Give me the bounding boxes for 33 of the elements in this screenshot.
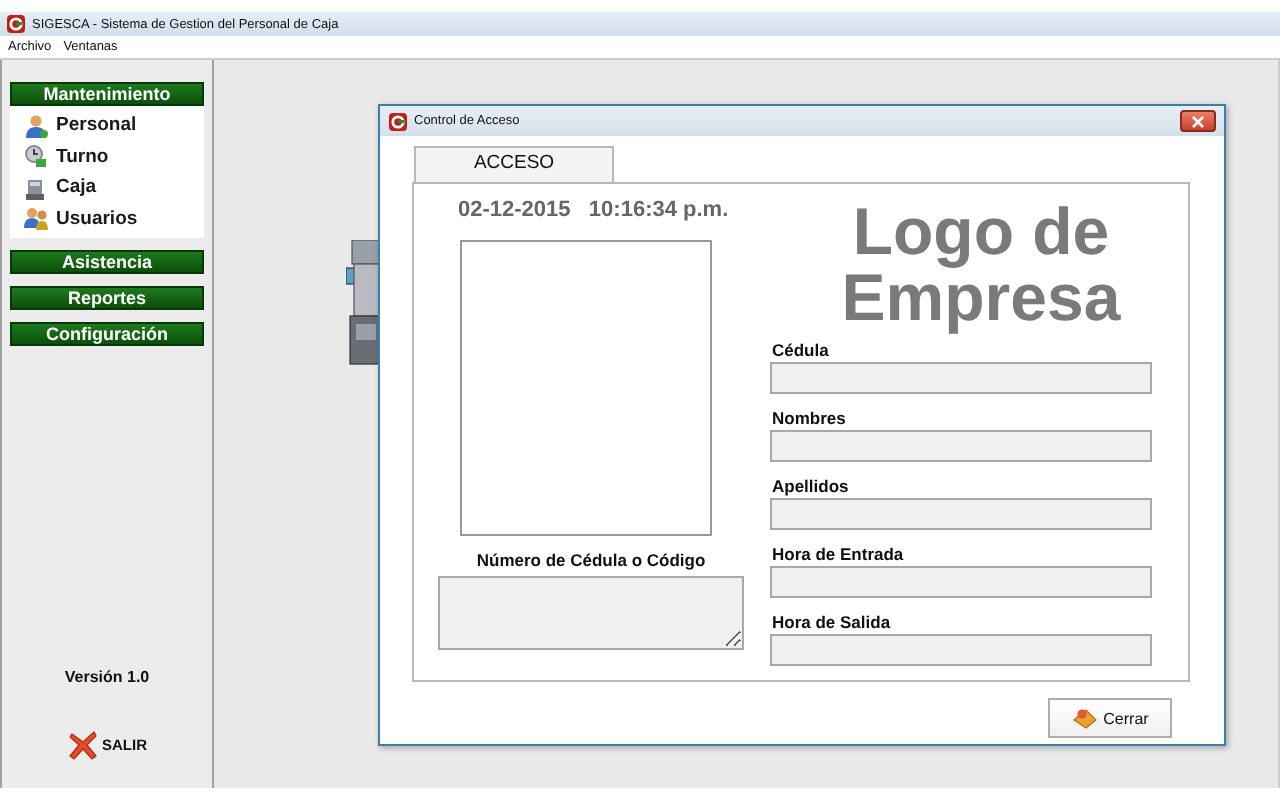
section-header-button[interactable]: Mantenimiento [10,82,204,106]
close-icon [1192,115,1204,127]
field-label: Nombres [772,408,848,430]
x-icon [68,730,98,760]
sidebar-item[interactable]: Caja [24,174,204,201]
sidebar-item[interactable]: Personal [24,112,204,139]
field-label: Hora de Salida [772,612,893,634]
section-header-button[interactable]: Configuración [10,322,204,346]
app-icon [388,111,408,131]
sidebar-item[interactable]: Usuarios [24,205,204,232]
input-field[interactable] [770,566,1152,598]
field-label: Hora de Entrada [772,544,906,566]
input-field[interactable] [770,362,1152,394]
code-field[interactable] [438,576,744,650]
version-label: Versión 1.0 [62,668,152,686]
close-dialog-button[interactable]: Cerrar [1048,698,1172,738]
clock-icon [24,144,48,169]
sidebar-item[interactable]: Turno [24,143,204,170]
logo-text: Logo de [852,198,1110,264]
input-field[interactable] [770,634,1152,666]
tab[interactable]: ACCESO [414,146,614,182]
field-label: Número de Cédula o Código [474,550,708,574]
date-time: 02-12-2015 10:16:34 p.m. [458,198,731,226]
cash-register-icon [24,175,48,200]
section-header-button[interactable]: Reportes [10,286,204,310]
close-button[interactable] [1180,110,1216,132]
input-field[interactable] [770,430,1152,462]
users-icon [24,206,48,231]
input-field[interactable] [770,498,1152,530]
field-label: Cédula [772,340,831,362]
person-icon [24,113,48,138]
section-header-button[interactable]: Asistencia [10,250,204,274]
field-label: Apellidos [772,476,851,498]
